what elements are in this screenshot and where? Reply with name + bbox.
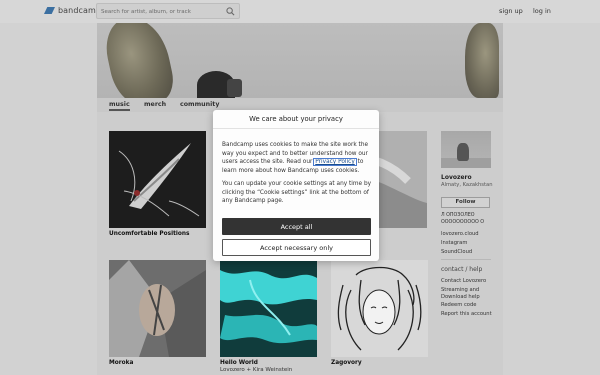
tab-merch[interactable]: merch [144,101,166,108]
divider [441,259,491,261]
album-cover[interactable] [109,131,206,228]
accept-all-button[interactable]: Accept all [222,218,371,235]
album-title[interactable]: Moroka [109,360,206,366]
help-link[interactable]: Download help [441,293,503,301]
album-item[interactable]: Uncomfortable Positions [109,131,206,237]
band-bio: ОООООООООО О [441,219,485,225]
band-name[interactable]: Lovozero [441,174,503,181]
band-link-website[interactable]: lovozero.cloud [441,230,503,239]
band-header-image [97,23,503,98]
album-item[interactable]: Zagovory [331,260,428,366]
sign-up-link[interactable]: sign up [499,7,523,15]
accept-necessary-button[interactable]: Accept necessary only [222,239,371,256]
report-account-link[interactable]: Report this account [441,310,503,319]
album-artist[interactable]: Lovozero + Kira Weinstein [220,367,317,373]
cookie-consent-dialog: We care about your privacy Bandcamp uses… [213,110,379,261]
band-link-soundcloud[interactable]: SoundCloud [441,248,503,257]
album-item[interactable]: Moroka [109,260,206,366]
top-bar: bandcamp sign up log in [0,0,600,23]
album-cover[interactable] [109,260,206,357]
tab-music[interactable]: music [109,101,130,111]
band-photo [441,131,491,168]
bandcamp-logo-icon [44,7,55,14]
band-link-instagram[interactable]: Instagram [441,239,503,248]
dialog-body: Bandcamp uses cookies to make the site w… [222,141,372,206]
follow-button[interactable]: Follow [441,197,490,208]
bandcamp-logo[interactable]: bandcamp [44,6,101,15]
log-in-link[interactable]: log in [533,7,551,15]
band-sidebar: Lovozero Almaty, Kazakhstan Follow Л ОПО… [441,131,503,319]
privacy-policy-link[interactable]: Privacy Policy [313,158,357,166]
album-cover[interactable] [220,260,317,357]
album-title[interactable]: Zagovory [331,360,428,366]
band-location: Almaty, Kazakhstan [441,182,493,188]
dialog-text: You can update your cookie settings at a… [222,181,372,204]
search-icon[interactable] [226,7,235,16]
album-title[interactable]: Hello World [220,360,317,366]
album-item[interactable]: Hello World Lovozero + Kira Weinstein [220,260,317,373]
dialog-title: We care about your privacy [213,110,379,129]
search-input[interactable] [101,6,221,17]
search-box [96,3,240,19]
logo-text: bandcamp [58,6,102,15]
redeem-code-link[interactable]: Redeem code [441,301,503,310]
album-cover[interactable] [331,260,428,357]
tab-community[interactable]: community [180,101,219,108]
contact-help-heading: contact / help [441,266,483,274]
contact-link[interactable]: Contact Lovozero [441,277,503,286]
album-title[interactable]: Uncomfortable Positions [109,231,206,237]
